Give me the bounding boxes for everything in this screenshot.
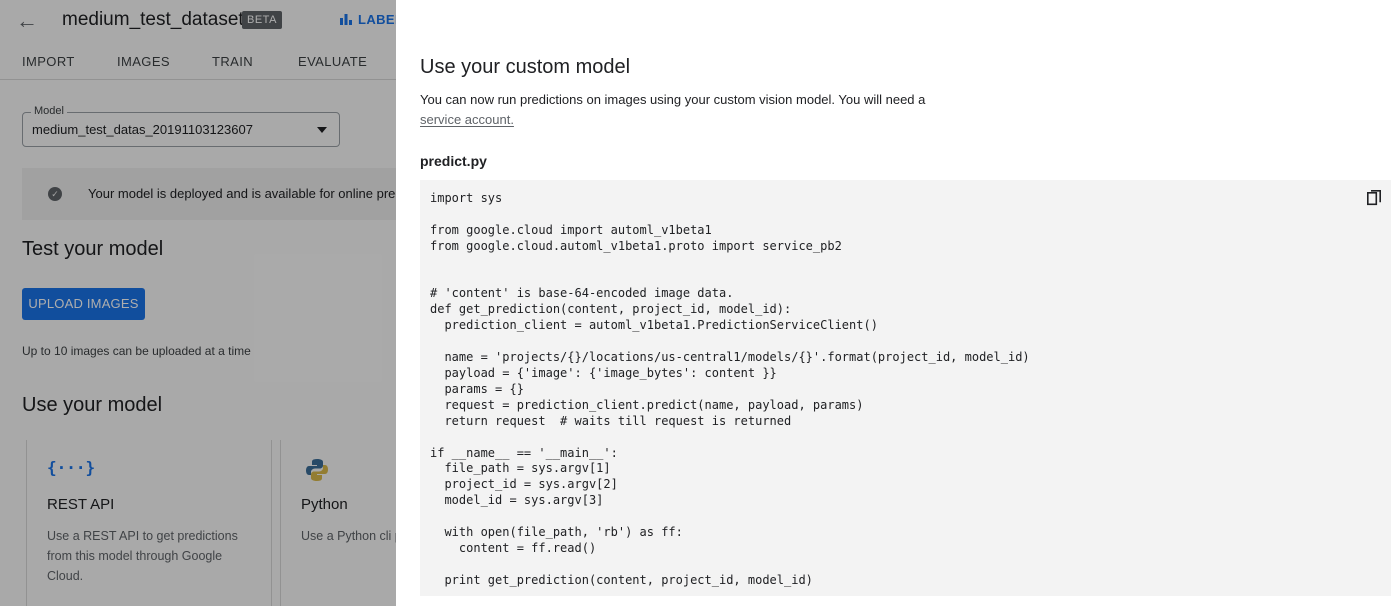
drawer-description-text: You can now run predictions on images us… xyxy=(420,92,926,107)
code-block: import sys from google.cloud import auto… xyxy=(420,180,1391,596)
use-custom-model-drawer: Use your custom model You can now run pr… xyxy=(396,0,1400,606)
drawer-title: Use your custom model xyxy=(420,56,631,78)
code-content: import sys from google.cloud import auto… xyxy=(430,191,1030,587)
drawer-description: You can now run predictions on images us… xyxy=(420,90,960,130)
service-account-link[interactable]: service account. xyxy=(420,112,514,127)
copy-icon[interactable] xyxy=(1367,190,1381,206)
code-file-name: predict.py xyxy=(420,153,487,169)
